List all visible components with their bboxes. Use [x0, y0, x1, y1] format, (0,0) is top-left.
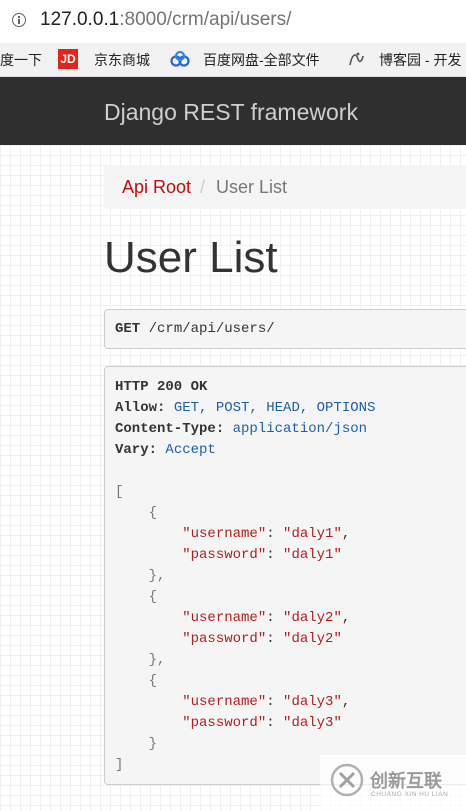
info-icon[interactable]: [12, 13, 26, 27]
json-value: "daly1": [283, 547, 342, 563]
url-box[interactable]: 127.0.0.1:8000/crm/api/users/: [0, 5, 466, 38]
breadcrumb-separator: /: [200, 177, 206, 197]
json-key: "username": [182, 526, 267, 542]
baidu-cloud-icon: [170, 50, 190, 67]
watermark: 创新互联 CHUANG XIN HU LIAN: [320, 755, 466, 811]
response-info: HTTP 200 OK Allow: GET, POST, HEAD, OPTI…: [104, 366, 466, 785]
breadcrumb: Api Root / User List: [104, 165, 466, 209]
json-value: "daly2": [283, 610, 342, 626]
request-method: GET: [115, 321, 141, 337]
json-value: "daly2": [283, 631, 342, 647]
header-name: Allow:: [115, 400, 166, 416]
url-host: 127.0.0.1: [40, 9, 120, 30]
cnblogs-icon: [349, 52, 364, 66]
header-value: GET, POST, HEAD, OPTIONS: [165, 400, 376, 416]
bookmark-baidu-cloud[interactable]: 百度网盘-全部文件: [203, 50, 320, 70]
json-key: "password": [182, 547, 267, 563]
response-content: HTTP 200 OK Allow: GET, POST, HEAD, OPTI…: [115, 379, 376, 773]
url-path: :8000/crm/api/users/: [119, 9, 292, 30]
address-bar: 127.0.0.1:8000/crm/api/users/: [0, 0, 466, 44]
navbar: Django REST framework: [0, 77, 466, 145]
json-value: "daly3": [283, 694, 342, 710]
json-key: "username": [182, 694, 267, 710]
json-value: "daly3": [283, 715, 342, 731]
watermark-subtext: CHUANG XIN HU LIAN: [371, 791, 449, 798]
header-value: application/json: [224, 421, 368, 437]
page-content: Api Root / User List User List GET /crm/…: [0, 145, 466, 811]
json-key: "password": [182, 715, 267, 731]
url-text[interactable]: 127.0.0.1:8000/crm/api/users/: [40, 9, 291, 31]
breadcrumb-api-root[interactable]: Api Root: [122, 177, 191, 198]
breadcrumb-current: User List: [216, 177, 288, 197]
bookmark-jd[interactable]: 京东商城: [94, 50, 150, 70]
request-info: GET /crm/api/users/: [104, 309, 466, 349]
json-key: "username": [182, 610, 267, 626]
response-status: HTTP 200 OK: [115, 379, 208, 395]
bookmark-baidu-search[interactable]: 度一下: [0, 50, 42, 70]
bookmark-cnblogs[interactable]: 博客园 - 开发: [379, 50, 461, 70]
page-title: User List: [104, 233, 278, 282]
navbar-brand[interactable]: Django REST framework: [104, 99, 358, 126]
json-value: "daly1": [283, 526, 342, 542]
request-path: /crm/api/users/: [140, 321, 275, 337]
jd-icon: JD: [58, 49, 78, 69]
header-value: Accept: [157, 442, 216, 458]
watermark-text: 创新互联: [370, 771, 442, 791]
chuangxin-logo-icon: [330, 763, 364, 797]
header-name: Vary:: [115, 442, 158, 458]
json-key: "password": [182, 631, 267, 647]
header-name: Content-Type:: [115, 421, 225, 437]
bookmarks-bar: 度一下 JD 京东商城 百度网盘-全部文件 博客园 - 开发: [0, 43, 466, 77]
